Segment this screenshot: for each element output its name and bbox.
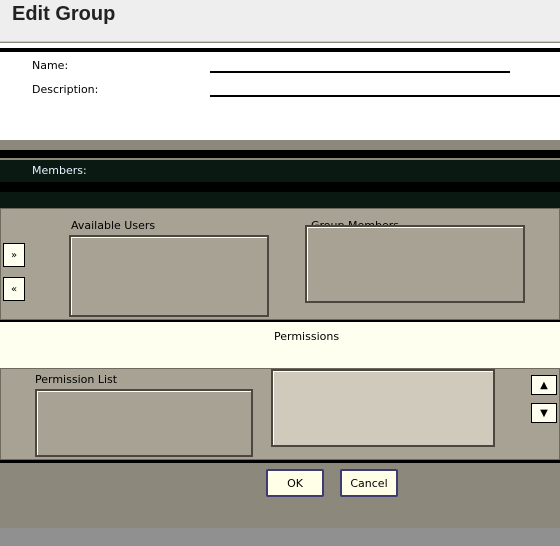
available-users-list[interactable]	[69, 235, 269, 317]
title-bar: Edit Group	[0, 0, 560, 42]
permissions-panel: Permission List ▲ ▼	[0, 368, 560, 460]
group-members-list[interactable]	[305, 225, 525, 303]
cancel-button[interactable]: Cancel	[340, 469, 398, 497]
name-label: Name:	[32, 59, 69, 72]
header-rule	[0, 182, 560, 192]
members-label: Members:	[32, 164, 87, 177]
divider	[0, 48, 560, 52]
name-field[interactable]	[210, 57, 510, 73]
members-header: Members:	[0, 160, 560, 208]
window-title: Edit Group	[12, 3, 116, 25]
status-bar	[0, 528, 560, 546]
move-up-button[interactable]: ▲	[531, 375, 557, 395]
permission-source-list[interactable]	[35, 389, 253, 457]
available-label: Available Users	[71, 219, 156, 232]
description-field[interactable]	[210, 81, 560, 97]
add-member-button[interactable]: »	[3, 243, 25, 267]
permissions-header: Permissions	[0, 320, 560, 368]
permissions-label: Permissions	[274, 330, 340, 343]
general-section: Name: Description:	[0, 43, 560, 140]
ok-button[interactable]: OK	[266, 469, 324, 497]
footer: OK Cancel	[0, 460, 560, 528]
members-panel: Available Users » « Group Members	[0, 208, 560, 320]
permission-list[interactable]	[271, 369, 495, 447]
permission-list-label: Permission List	[35, 373, 118, 386]
description-label: Description:	[32, 83, 99, 96]
section-divider	[0, 150, 560, 158]
remove-member-button[interactable]: «	[3, 277, 25, 301]
move-down-button[interactable]: ▼	[531, 403, 557, 423]
